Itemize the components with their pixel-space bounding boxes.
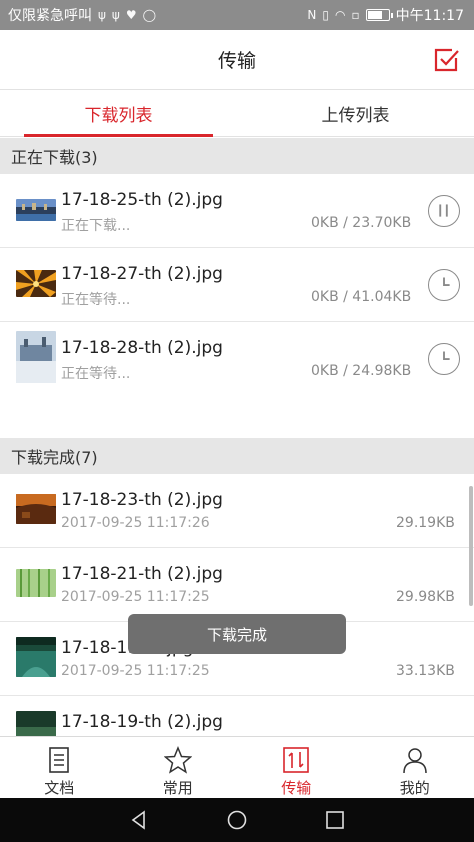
file-name: 17-18-28-th (2).jpg <box>61 338 223 358</box>
download-date: 2017-09-25 11:17:25 <box>61 663 210 679</box>
file-progress-size: 0KB / 41.04KB <box>311 289 412 305</box>
bottom-nav: 文档 常用 传输 我的 <box>0 736 474 798</box>
file-name: 17-18-27-th (2).jpg <box>61 264 223 284</box>
file-name: 17-18-21-th (2).jpg <box>61 564 223 584</box>
download-status: 正在下载... <box>61 218 131 234</box>
file-size: 29.19KB <box>396 515 455 531</box>
clock-time: 中午11:17 <box>395 8 464 24</box>
completed-section-header: 下载完成(7) <box>0 438 474 474</box>
completed-row[interactable]: 17-18-21-th (2).jpg 2017-09-25 11:17:25 … <box>0 548 474 622</box>
download-status: 正在等待... <box>61 366 131 382</box>
usb-icon: ψ <box>98 8 106 22</box>
nav-label: 常用 <box>162 779 193 797</box>
thumbnail-image <box>16 199 56 221</box>
file-name: 17-18-23-th (2).jpg <box>61 490 223 510</box>
title-bar: 传输 <box>0 30 474 89</box>
file-size: 33.13KB <box>396 663 455 679</box>
status-bar: 仅限紧急呼叫 ψ ψ ♥ ◯ N ▯ ◠ ▫ 中午11:17 <box>0 0 474 30</box>
heart-rate-icon: ♥ <box>125 8 137 22</box>
wifi-icon: ◠ <box>335 8 346 22</box>
checkbox-edit-icon[interactable] <box>432 46 460 74</box>
nav-profile[interactable]: 我的 <box>356 737 474 798</box>
document-icon <box>49 747 70 773</box>
page-title: 传输 <box>217 50 256 72</box>
clock-icon[interactable] <box>428 269 460 301</box>
nav-label: 我的 <box>399 779 430 797</box>
thumbnail-image <box>16 637 56 677</box>
file-progress-size: 0KB / 24.98KB <box>311 363 412 379</box>
system-nav-bar <box>0 798 474 842</box>
sim-icon: ▫ <box>351 8 360 22</box>
file-name: 17-18-25-th (2).jpg <box>61 190 223 210</box>
completed-row[interactable]: 17-18-23-th (2).jpg 2017-09-25 11:17:26 … <box>0 474 474 548</box>
nav-documents[interactable]: 文档 <box>0 737 119 798</box>
tab-upload-list[interactable]: 上传列表 <box>237 90 474 136</box>
nav-transfer[interactable]: 传输 <box>237 737 356 798</box>
file-size: 29.98KB <box>396 589 455 605</box>
pause-icon[interactable] <box>428 195 460 227</box>
nav-label: 传输 <box>281 779 312 797</box>
tab-download-list[interactable]: 下载列表 <box>0 90 237 137</box>
thumbnail-image <box>16 270 56 297</box>
star-icon <box>163 746 192 774</box>
nfc-icon: N <box>307 8 317 22</box>
thumbnail-image <box>16 331 56 383</box>
file-name: 17-18-19-th (2).jpg <box>61 712 223 732</box>
scrollbar[interactable] <box>469 486 473 606</box>
thumbnail-image <box>16 494 56 524</box>
download-row[interactable]: 17-18-27-th (2).jpg 正在等待... 0KB / 41.04K… <box>0 248 474 322</box>
nav-favorites[interactable]: 常用 <box>119 737 238 798</box>
home-icon[interactable] <box>226 809 248 831</box>
person-icon <box>403 748 427 774</box>
back-icon[interactable] <box>128 809 150 831</box>
carrier-text: 仅限紧急呼叫 <box>8 8 92 24</box>
download-status: 正在等待... <box>61 292 131 308</box>
tab-bar: 下载列表 上传列表 <box>0 89 474 137</box>
downloading-section-header: 正在下载(3) <box>0 138 474 174</box>
toast-message: 下载完成 <box>128 614 346 654</box>
section-spacer <box>0 394 474 437</box>
nav-label: 文档 <box>44 779 75 797</box>
transfer-icon <box>283 747 310 773</box>
clock-icon[interactable] <box>428 343 460 375</box>
battery-charging-icon <box>365 9 393 21</box>
chat-icon: ◯ <box>142 8 157 22</box>
download-row[interactable]: 17-18-28-th (2).jpg 正在等待... 0KB / 24.98K… <box>0 322 474 396</box>
vibrate-icon: ▯ <box>322 8 330 22</box>
usb-icon: ψ <box>111 8 120 22</box>
thumbnail-image <box>16 569 56 597</box>
file-progress-size: 0KB / 23.70KB <box>311 215 412 231</box>
download-date: 2017-09-25 11:17:25 <box>61 589 210 605</box>
download-date: 2017-09-25 11:17:26 <box>61 515 210 531</box>
download-row[interactable]: 17-18-25-th (2).jpg 正在下载... 0KB / 23.70K… <box>0 174 474 248</box>
recents-icon[interactable] <box>324 809 346 831</box>
